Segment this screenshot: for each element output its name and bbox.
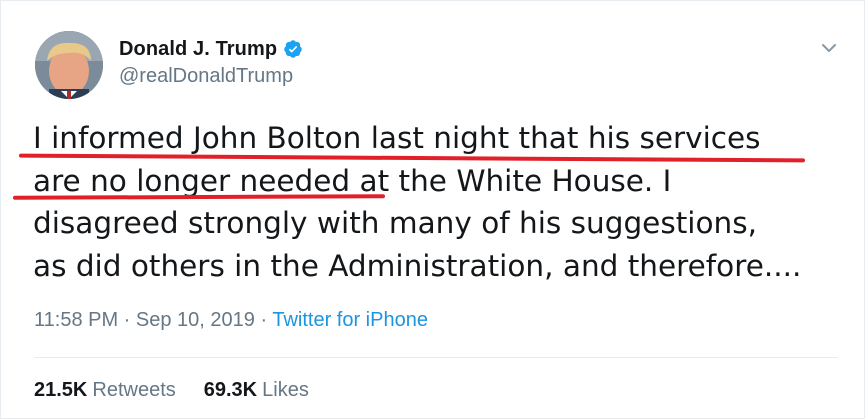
display-name[interactable]: Donald J. Trump bbox=[119, 38, 277, 61]
divider bbox=[34, 357, 838, 358]
avatar[interactable] bbox=[35, 31, 103, 99]
likes-count: 69.3K bbox=[203, 379, 258, 401]
tweet-time[interactable]: 11:58 PM bbox=[34, 309, 118, 331]
chevron-down-icon[interactable] bbox=[820, 39, 838, 57]
tweet-text-line: I informed John Bolton last night that h… bbox=[33, 121, 761, 155]
retweets-label: Retweets bbox=[92, 379, 176, 401]
user-handle[interactable]: @realDonaldTrump bbox=[119, 65, 303, 88]
tweet-text-line: disagreed strongly with many of his sugg… bbox=[33, 206, 757, 240]
verified-badge-icon bbox=[283, 39, 303, 59]
tweet-stats: 21.5K Retweets 69.3K Likes bbox=[34, 379, 337, 402]
display-name-row: Donald J. Trump bbox=[119, 35, 303, 63]
separator-dot: · bbox=[118, 309, 136, 331]
user-info[interactable]: Donald J. Trump @realDonaldTrump bbox=[119, 35, 303, 88]
retweets-stat[interactable]: 21.5K Retweets bbox=[34, 379, 176, 402]
tweet-date[interactable]: Sep 10, 2019 bbox=[136, 309, 255, 331]
separator-dot: · bbox=[254, 309, 273, 331]
likes-stat[interactable]: 69.3K Likes bbox=[204, 379, 309, 402]
tweet-text-line: as did others in the Administration, and… bbox=[33, 248, 802, 283]
tweet-card: Donald J. Trump @realDonaldTrump I infor… bbox=[0, 0, 865, 419]
likes-label: Likes bbox=[262, 379, 309, 401]
tweet-timestamp: 11:58 PM · Sep 10, 2019 · Twitter for iP… bbox=[34, 309, 428, 332]
tweet-text: I informed John Bolton last night that h… bbox=[33, 117, 848, 287]
retweets-count: 21.5K bbox=[34, 379, 88, 401]
tweet-source-link[interactable]: Twitter for iPhone bbox=[272, 309, 428, 331]
avatar-image bbox=[35, 31, 103, 99]
